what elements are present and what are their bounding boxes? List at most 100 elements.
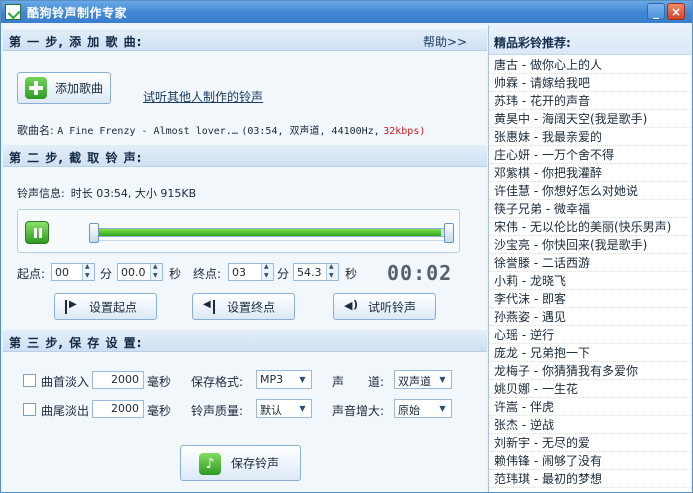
chevron-down-icon: ▼ bbox=[439, 404, 446, 413]
music-note-icon: ♪ bbox=[199, 453, 221, 475]
recommend-item[interactable]: 庄心妍 - 一万个舍不得 bbox=[489, 146, 692, 164]
recommend-item[interactable]: 沙宝亮 - 你快回来(我是歌手) bbox=[489, 236, 692, 254]
progress-track[interactable] bbox=[89, 228, 453, 237]
set-end-button[interactable]: 设置终点 bbox=[192, 293, 295, 320]
app-logo-icon bbox=[5, 4, 21, 20]
recommend-item[interactable]: 苏玮 - 花开的声音 bbox=[489, 92, 692, 110]
start-handle[interactable] bbox=[89, 223, 99, 243]
set-start-label: 设置起点 bbox=[89, 300, 138, 314]
speaker-icon bbox=[344, 298, 358, 314]
recommend-title: 精品彩铃推荐: bbox=[494, 36, 571, 50]
quality-value: 默认 bbox=[260, 404, 282, 417]
start-sec-value: 00.0 bbox=[121, 266, 146, 279]
ringtone-info-value: 时长 03:54, 大小 915KB bbox=[70, 187, 197, 200]
end-min-unit: 分 bbox=[277, 267, 290, 281]
step1-header: 第 一 步, 添 加 歌 曲: 帮助>> bbox=[3, 29, 487, 51]
recommend-item[interactable]: 张杰 - 逆战 bbox=[489, 416, 692, 434]
quality-label: 铃声质量: bbox=[191, 404, 244, 418]
progress-fill bbox=[90, 229, 442, 236]
fade-out-checkbox[interactable] bbox=[23, 403, 36, 416]
end-sec-stepper[interactable]: 54.3 bbox=[293, 263, 339, 281]
format-select[interactable]: MP3 ▼ bbox=[256, 370, 312, 389]
recommend-item[interactable]: 李代沫 - 即客 bbox=[489, 290, 692, 308]
chevron-down-icon: ▼ bbox=[299, 375, 306, 384]
step3-header: 第 三 步, 保 存 设 置: bbox=[3, 330, 487, 352]
set-end-label: 设置终点 bbox=[227, 300, 276, 314]
chevron-down-icon: ▼ bbox=[439, 375, 446, 384]
recommend-item[interactable]: 许佳慧 - 你想好怎么对她说 bbox=[489, 182, 692, 200]
start-min-unit: 分 bbox=[100, 267, 113, 281]
recommend-item[interactable]: 邓紫棋 - 你把我灌醉 bbox=[489, 164, 692, 182]
channel-value: 双声道 bbox=[398, 375, 431, 388]
recommend-item[interactable]: 小莉 - 龙晓飞 bbox=[489, 272, 692, 290]
recommend-item[interactable]: 范玮琪 - 最初的梦想 bbox=[489, 470, 692, 488]
format-label: 保存格式: bbox=[191, 375, 244, 389]
help-link[interactable]: 帮助>> bbox=[423, 33, 467, 50]
recommend-item[interactable]: 黄昊中 - 海阔天空(我是歌手) bbox=[489, 110, 692, 128]
recommend-item[interactable]: 赖伟锋 - 闹够了没有 bbox=[489, 452, 692, 470]
start-min-arrows-icon[interactable] bbox=[82, 263, 94, 280]
fade-out-input[interactable]: 2000 bbox=[92, 400, 144, 418]
fade-in-label: 曲首淡入 bbox=[41, 375, 90, 389]
recommend-list: 唐古 - 做你心上的人 帅霖 - 请嫁给我吧 苏玮 - 花开的声音 黄昊中 - 海阔天… bbox=[489, 56, 692, 488]
fade-out-unit: 毫秒 bbox=[147, 404, 172, 418]
main-panel: 第 一 步, 添 加 歌 曲: 帮助>> 添加歌曲 试听其他人制作的铃声 歌曲名… bbox=[3, 25, 487, 492]
end-sec-arrows-icon[interactable] bbox=[326, 263, 338, 280]
end-min-stepper[interactable]: 03 bbox=[228, 263, 274, 281]
song-bitrate: 32kbps) bbox=[383, 126, 426, 137]
close-button[interactable]: × bbox=[667, 3, 685, 20]
recommend-item[interactable]: 唐古 - 做你心上的人 bbox=[489, 56, 692, 74]
song-meta: (03:54, 双声道, 44100Hz, bbox=[241, 126, 380, 137]
recommend-item[interactable]: 刘新宇 - 无尽的爱 bbox=[489, 434, 692, 452]
volume-value: 原始 bbox=[398, 404, 420, 417]
minimize-button[interactable]: _ bbox=[647, 3, 665, 20]
preview-ringtone-button[interactable]: 试听铃声 bbox=[333, 293, 436, 320]
start-sec-arrows-icon[interactable] bbox=[150, 263, 162, 280]
song-info-line: 歌曲名: A Fine Frenzy - Almost lover.… (03:… bbox=[17, 122, 425, 138]
channel-select[interactable]: 双声道 ▼ bbox=[394, 370, 452, 389]
title-bar[interactable]: 酷狗铃声制作专家 _ × bbox=[1, 1, 692, 23]
step1-title: 第 一 步, 添 加 歌 曲: bbox=[9, 35, 143, 49]
recommend-item[interactable]: 龙梅子 - 你猜猜我有多爱你 bbox=[489, 362, 692, 380]
end-min-arrows-icon[interactable] bbox=[261, 263, 273, 280]
song-name-label: 歌曲名: bbox=[17, 124, 54, 137]
recommend-item[interactable]: 筷子兄弟 - 微幸福 bbox=[489, 200, 692, 218]
elapsed-clock: 00:02 bbox=[387, 261, 453, 285]
save-ringtone-label: 保存铃声 bbox=[231, 456, 280, 471]
recommend-item[interactable]: 庞龙 - 兄弟抱一下 bbox=[489, 344, 692, 362]
window-title: 酷狗铃声制作专家 bbox=[27, 6, 128, 20]
end-min-value: 03 bbox=[232, 266, 246, 279]
end-sec-value: 54.3 bbox=[297, 266, 322, 279]
recommend-item[interactable]: 帅霖 - 请嫁给我吧 bbox=[489, 74, 692, 92]
recommend-item[interactable]: 孙燕姿 - 遇见 bbox=[489, 308, 692, 326]
add-song-button[interactable]: 添加歌曲 bbox=[17, 72, 111, 104]
recommend-panel: 精品彩铃推荐: 唐古 - 做你心上的人 帅霖 - 请嫁给我吧 苏玮 - 花开的声音黄… bbox=[488, 25, 692, 492]
recommend-item[interactable]: 心瑶 - 逆行 bbox=[489, 326, 692, 344]
fade-in-input[interactable]: 2000 bbox=[92, 371, 144, 389]
start-label: 起点: bbox=[17, 267, 46, 281]
volume-label: 声音增大: bbox=[332, 404, 385, 418]
save-ringtone-button[interactable]: ♪ 保存铃声 bbox=[180, 445, 301, 481]
step3-title: 第 三 步, 保 存 设 置: bbox=[9, 336, 143, 350]
recommend-item[interactable]: 许嵩 - 伴虎 bbox=[489, 398, 692, 416]
fade-in-checkbox[interactable] bbox=[23, 374, 36, 387]
start-min-stepper[interactable]: 00 bbox=[51, 263, 95, 281]
recommend-item[interactable]: 姚贝娜 - 一生花 bbox=[489, 380, 692, 398]
step2-title: 第 二 步, 截 取 铃 声: bbox=[9, 151, 143, 165]
set-start-button[interactable]: 设置起点 bbox=[54, 293, 157, 320]
start-sec-unit: 秒 bbox=[169, 267, 182, 281]
end-handle[interactable] bbox=[444, 223, 454, 243]
recommend-item[interactable]: 徐誉滕 - 二话西游 bbox=[489, 254, 692, 272]
app-window: 酷狗铃声制作专家 _ × 第 一 步, 添 加 歌 曲: 帮助>> 添加歌曲 试… bbox=[0, 0, 693, 493]
recommend-item[interactable]: 宋伟 - 无以伦比的美丽(快乐男声) bbox=[489, 218, 692, 236]
start-sec-stepper[interactable]: 00.0 bbox=[117, 263, 163, 281]
ringtone-info: 铃声信息: 时长 03:54, 大小 915KB bbox=[17, 185, 196, 201]
end-label: 终点: bbox=[193, 267, 222, 281]
recommend-item[interactable]: 张惠妹 - 我最亲爱的 bbox=[489, 128, 692, 146]
quality-select[interactable]: 默认 ▼ bbox=[256, 399, 312, 418]
end-sec-unit: 秒 bbox=[345, 267, 358, 281]
pause-button[interactable] bbox=[25, 221, 49, 244]
fade-out-label: 曲尾淡出 bbox=[41, 404, 90, 418]
volume-select[interactable]: 原始 ▼ bbox=[394, 399, 452, 418]
listen-others-link[interactable]: 试听其他人制作的铃声 bbox=[143, 88, 263, 105]
